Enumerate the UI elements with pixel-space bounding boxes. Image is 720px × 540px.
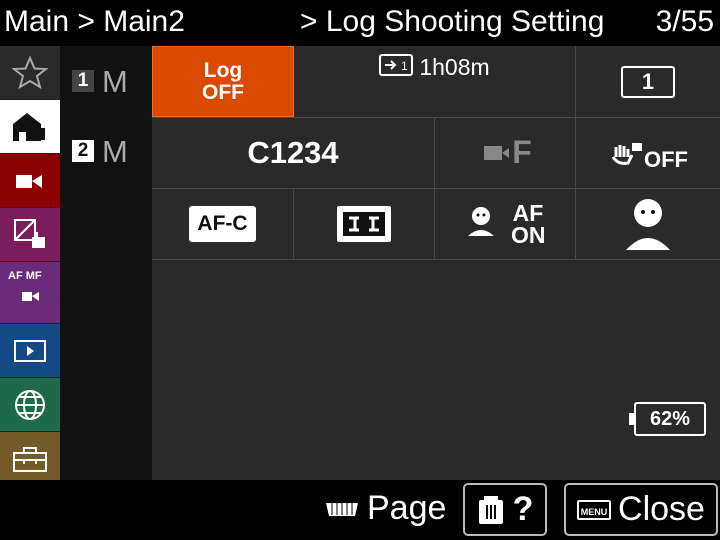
submenu-number-2: 2 — [72, 140, 94, 162]
movie-frame-cell[interactable]: F — [435, 117, 576, 188]
face-icon — [626, 198, 670, 250]
log-setting-button[interactable]: Log OFF — [152, 46, 294, 117]
movie-icon — [16, 174, 42, 188]
submenu-1[interactable]: 1 M — [60, 46, 152, 116]
card-icon: 1 — [379, 54, 414, 76]
tab-af-mf[interactable]: AF MF — [0, 262, 60, 324]
movie-camera-icon — [484, 145, 510, 160]
focus-area-cell[interactable] — [294, 188, 435, 259]
log-status: OFF — [202, 80, 244, 104]
record-time-cell: 1 1h08m — [294, 46, 576, 117]
tab-exposure[interactable] — [0, 208, 60, 262]
trash-icon — [478, 495, 503, 524]
hand-shake-icon — [611, 142, 642, 165]
svg-text:1: 1 — [401, 59, 408, 72]
face-af-cell[interactable]: AF ON — [435, 188, 576, 259]
face-registration-cell[interactable] — [576, 188, 720, 259]
af-mf-icon — [22, 292, 39, 301]
face-af-label: AF ON — [511, 199, 546, 248]
menu-icon: MENU — [577, 499, 612, 520]
card-slot-icon: 1 — [621, 65, 675, 98]
breadcrumb: Main > Main2 — [4, 5, 185, 38]
stabilizer-status: OFF — [644, 146, 688, 172]
page-button[interactable]: Page — [325, 489, 446, 528]
movie-frame-label: F — [512, 134, 532, 170]
tab-star[interactable] — [0, 46, 60, 100]
submenu-number-1: 1 — [72, 70, 94, 92]
row-1: Log OFF 1 1h08m 1 — [152, 46, 720, 118]
tab-network[interactable] — [0, 378, 60, 432]
submenu-2[interactable]: 2 M — [60, 116, 152, 186]
af-mode-label: AF-C — [189, 205, 256, 242]
stabilizer-cell[interactable]: OFF — [576, 117, 720, 188]
row-2: C1234 F OFF — [152, 117, 720, 189]
slot-cell[interactable]: 1 — [576, 46, 720, 117]
tab-home[interactable] — [0, 100, 60, 154]
battery-indicator: 62% — [629, 402, 706, 436]
playback-icon — [14, 339, 46, 362]
setting-title: > Log Shooting Setting — [300, 5, 605, 38]
af-mf-label: AF MF — [8, 270, 42, 282]
page-number: 3/55 — [655, 5, 714, 38]
camera-menu-screen: Main > Main2 > Log Shooting Setting 3/55… — [0, 0, 720, 540]
profile-cell[interactable]: C1234 — [152, 117, 435, 188]
globe-icon — [15, 389, 45, 420]
tab-setup[interactable] — [0, 432, 60, 486]
top-bar: Main > Main2 > Log Shooting Setting 3/55 — [0, 0, 720, 46]
function-panel: Log OFF 1 1h08m 1 C1234 F OFF AF-C AF ON… — [152, 46, 720, 480]
submenu-column: 1 M 2 M — [60, 46, 152, 480]
submenu-label-2: M — [102, 133, 128, 169]
page-label: Page — [367, 489, 447, 527]
star-icon — [12, 54, 48, 89]
close-button[interactable]: MENU Close — [564, 483, 718, 536]
close-label: Close — [618, 490, 705, 528]
face-af-icon — [468, 206, 494, 236]
record-time: 1h08m — [419, 54, 490, 80]
row-3: AF-C AF ON — [152, 188, 720, 260]
help-label: ? — [512, 490, 534, 528]
tab-playback[interactable] — [0, 324, 60, 378]
log-label: Log — [203, 58, 243, 82]
toolbox-icon — [13, 446, 47, 472]
tab-movie[interactable] — [0, 154, 60, 208]
category-tabs: AF MF — [0, 46, 60, 486]
home-icon — [13, 112, 45, 141]
af-mode-cell[interactable]: AF-C — [152, 188, 294, 259]
page-dial-icon — [326, 502, 358, 516]
bottom-bar: Page ? MENU Close — [0, 480, 720, 540]
exposure-icon — [14, 218, 45, 248]
help-button[interactable]: ? — [463, 483, 547, 536]
focus-area-icon — [337, 205, 391, 242]
submenu-label-1: M — [102, 63, 128, 99]
